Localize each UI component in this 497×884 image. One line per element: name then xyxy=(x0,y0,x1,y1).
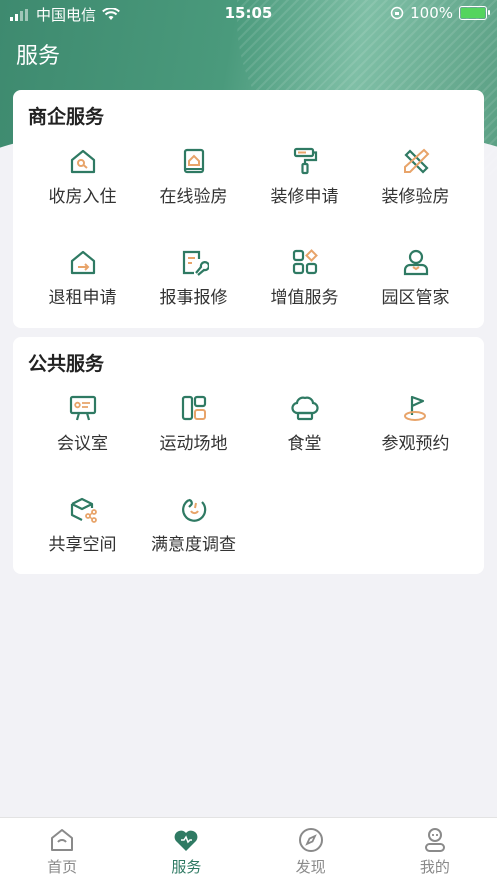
section-title: 公共服务 xyxy=(28,353,105,375)
status-bar: 中国电信 15:05 100% xyxy=(0,0,497,26)
service-label: 在线验房 xyxy=(159,187,228,207)
service-label: 参观预约 xyxy=(381,434,450,454)
ruler-pencil-icon xyxy=(403,148,429,174)
service-value-added[interactable]: 增值服务 xyxy=(249,247,360,308)
service-satisfaction-survey[interactable]: 满意度调查 xyxy=(138,494,249,555)
compass-icon xyxy=(298,828,323,852)
paint-roller-icon xyxy=(293,147,317,175)
repair-wrench-icon xyxy=(182,250,209,276)
chef-hat-icon xyxy=(290,396,319,421)
tab-label: 我的 xyxy=(419,858,450,876)
tab-label: 服务 xyxy=(171,858,202,876)
tab-service[interactable]: 服务 xyxy=(124,818,248,884)
public-services-card: 公共服务 会议室 运动场地 食堂 参观预约 共享空间 满意度调查 xyxy=(13,337,484,574)
service-label: 食堂 xyxy=(287,434,322,454)
service-label: 装修验房 xyxy=(381,187,450,207)
service-label: 增值服务 xyxy=(270,288,339,308)
tab-home[interactable]: 首页 xyxy=(0,818,124,884)
inspection-book-icon xyxy=(183,148,204,174)
service-renovation-inspection[interactable]: 装修验房 xyxy=(360,146,471,207)
battery-percent: 100% xyxy=(410,4,453,22)
smile-survey-icon xyxy=(181,498,206,522)
section-title: 商企服务 xyxy=(28,106,105,128)
home-icon xyxy=(51,829,74,851)
service-canteen[interactable]: 食堂 xyxy=(249,393,360,454)
house-exit-icon xyxy=(70,250,95,275)
tab-mine[interactable]: 我的 xyxy=(373,818,497,884)
service-lease-termination[interactable]: 退租申请 xyxy=(27,247,138,308)
business-services-card: 商企服务 收房入住 在线验房 装修申请 装修验房 退租申请 报事报修 增值服务 … xyxy=(13,90,484,328)
tab-discover[interactable]: 发现 xyxy=(249,818,373,884)
service-label: 满意度调查 xyxy=(151,535,236,555)
service-online-inspection[interactable]: 在线验房 xyxy=(138,146,249,207)
orientation-lock-icon xyxy=(390,6,404,20)
page-title: 服务 xyxy=(16,44,61,69)
service-label: 收房入住 xyxy=(48,187,117,207)
service-shared-space[interactable]: 共享空间 xyxy=(27,494,138,555)
service-park-butler[interactable]: 园区管家 xyxy=(360,247,471,308)
profile-icon xyxy=(424,828,445,852)
heart-icon xyxy=(174,830,198,851)
bottom-tab-bar: 首页 服务 发现 我的 xyxy=(0,817,497,884)
service-house-checkin[interactable]: 收房入住 xyxy=(27,146,138,207)
house-key-icon xyxy=(70,149,95,174)
shared-box-icon xyxy=(70,497,97,523)
service-label: 运动场地 xyxy=(159,434,228,454)
service-label: 装修申请 xyxy=(270,187,339,207)
service-label: 会议室 xyxy=(57,434,108,454)
service-meeting-room[interactable]: 会议室 xyxy=(27,393,138,454)
sports-field-icon xyxy=(181,395,206,421)
tab-label: 发现 xyxy=(295,858,326,876)
service-visit-booking[interactable]: 参观预约 xyxy=(360,393,471,454)
flag-icon xyxy=(403,395,426,421)
service-sports-field[interactable]: 运动场地 xyxy=(138,393,249,454)
apps-grid-icon xyxy=(292,249,318,275)
service-label: 报事报修 xyxy=(159,288,228,308)
service-renovation-apply[interactable]: 装修申请 xyxy=(249,146,360,207)
service-label: 退租申请 xyxy=(48,288,117,308)
butler-icon xyxy=(403,249,428,276)
presentation-board-icon xyxy=(69,395,96,421)
service-label: 园区管家 xyxy=(381,288,450,308)
tab-label: 首页 xyxy=(47,858,78,876)
service-label: 共享空间 xyxy=(48,535,117,555)
service-repair-report[interactable]: 报事报修 xyxy=(138,247,249,308)
battery-icon xyxy=(459,6,490,20)
